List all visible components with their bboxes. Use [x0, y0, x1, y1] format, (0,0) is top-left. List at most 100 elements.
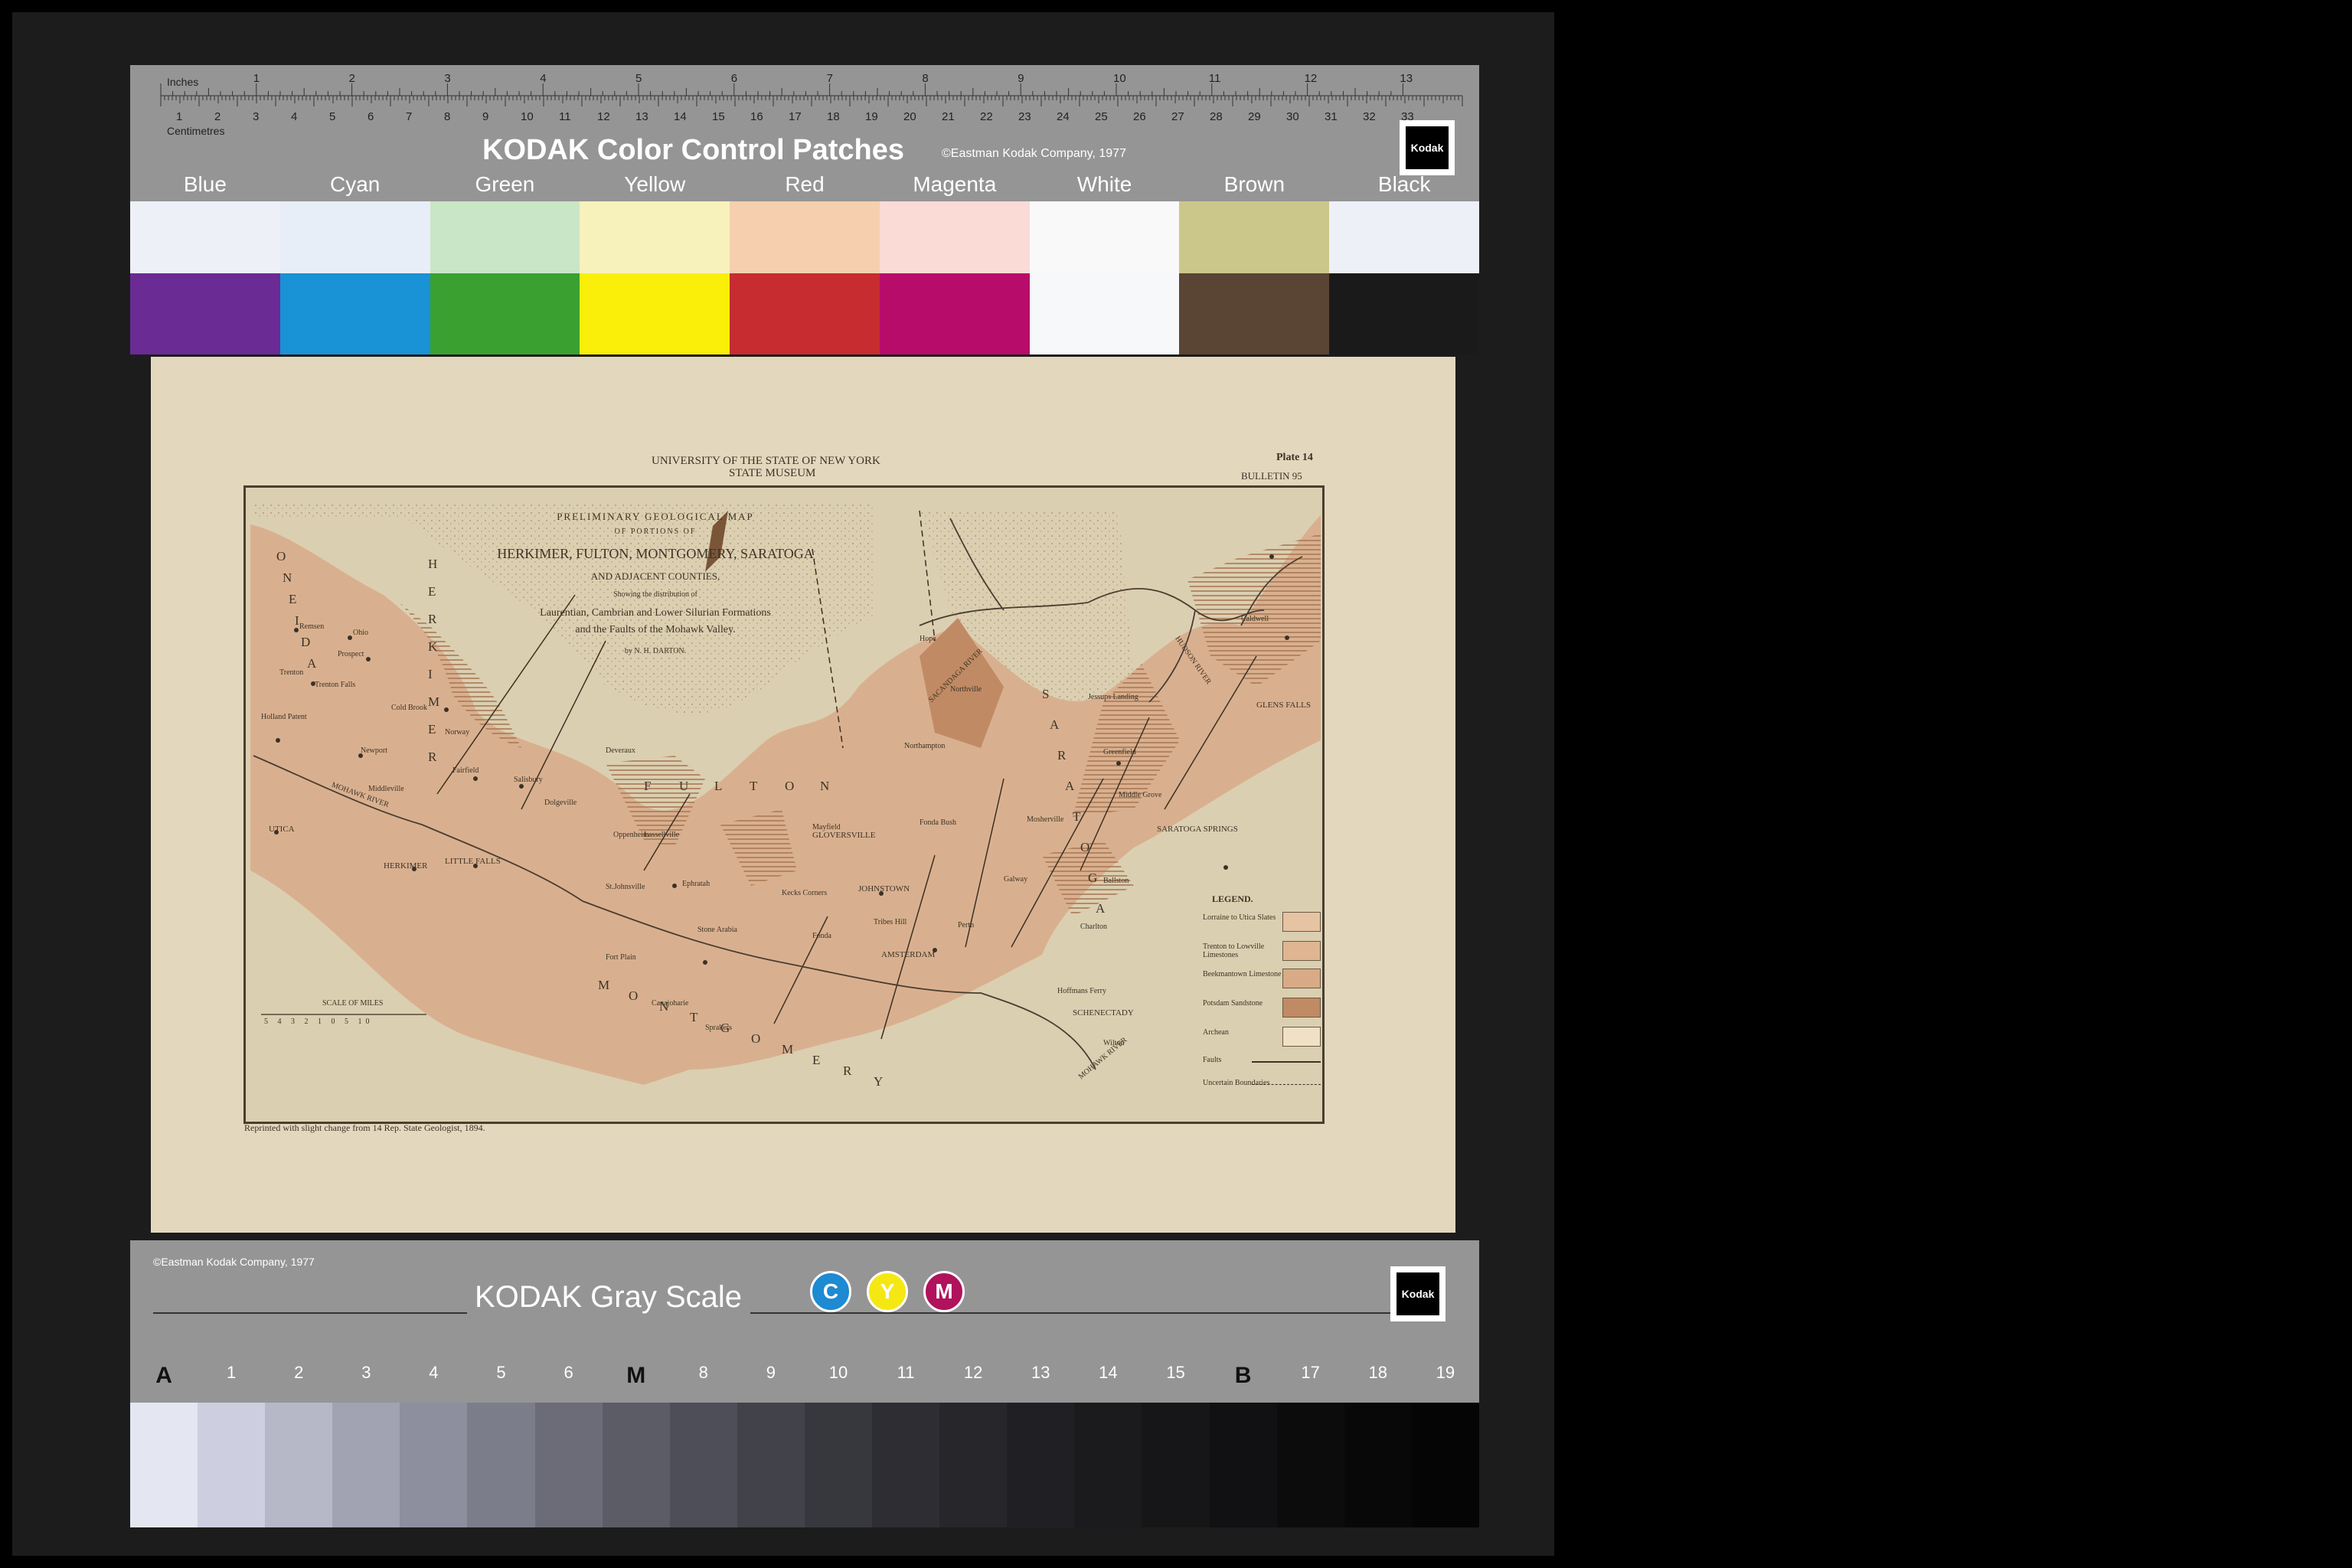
gray-step-label: 18	[1368, 1363, 1387, 1382]
patch-dark	[130, 273, 280, 354]
county-letter-fulton: N	[820, 779, 830, 793]
place-label: Fort Plain	[606, 953, 636, 962]
gray-step-label: 3	[361, 1363, 371, 1382]
ruler-cm-label: 22	[980, 110, 993, 123]
ruler-inch-label: 13	[1400, 72, 1413, 85]
gray-step-label: 2	[294, 1363, 304, 1382]
place-label: Trenton Falls	[315, 681, 356, 689]
county-letter-saratoga: R	[1057, 748, 1067, 763]
gray-step-label: 9	[766, 1363, 776, 1382]
place-label: Holland Patent	[261, 713, 307, 721]
county-letter-fulton: U	[679, 779, 689, 793]
place-label: Canajoharie	[652, 999, 689, 1008]
gray-step-labels: A 1 2 3 4 5 6 M 8 9 10 11 12 13 14 15 B 17 18 19	[130, 1363, 1479, 1393]
place-label: Newport	[361, 746, 387, 755]
county-letter-montgomery: N	[659, 999, 669, 1014]
gray-step	[534, 1403, 603, 1527]
gray-step-label: 11	[897, 1363, 915, 1382]
kodak-logo-gray: Kodak	[1390, 1266, 1446, 1321]
gray-step	[1142, 1403, 1210, 1527]
county-letter-montgomery: Y	[874, 1074, 884, 1089]
swatch-label: White	[1076, 172, 1132, 196]
gray-step-label: 17	[1301, 1363, 1320, 1382]
place-label: Cold Brook	[391, 704, 427, 712]
ruler-inch-label: 7	[827, 72, 833, 85]
ruler-cm-label: 15	[712, 110, 725, 123]
county-letter-herkimer: H	[428, 557, 438, 571]
place-label: AMSTERDAM	[881, 950, 936, 959]
legend-title: LEGEND.	[1212, 893, 1253, 904]
county-letter-montgomery: G	[720, 1021, 730, 1035]
ruler-cm-label: 16	[750, 110, 763, 123]
county-letter-herkimer: I	[428, 667, 433, 681]
ruler-cm-label: 7	[406, 110, 412, 123]
gray-step	[1007, 1403, 1075, 1527]
county-letter-montgomery: O	[629, 988, 639, 1003]
county-letter-saratoga: G	[1088, 871, 1098, 885]
gray-step	[1209, 1403, 1277, 1527]
place-label: Norway	[445, 728, 470, 737]
place-label: LITTLE FALLS	[445, 857, 501, 866]
legend-swatch	[1282, 1027, 1321, 1047]
place-label: Mayfield	[812, 823, 841, 831]
ruler-inch-label: 8	[922, 72, 928, 85]
place-label: Ballston	[1103, 877, 1129, 885]
county-letter-montgomery: O	[751, 1031, 761, 1046]
gray-step	[1276, 1403, 1344, 1527]
map-drawing	[250, 503, 1321, 1085]
county-letter-fulton: L	[714, 779, 723, 793]
gray-step	[130, 1403, 198, 1527]
ruler-cm-label: 10	[521, 110, 534, 123]
legend-label: Trenton to Lowville Limestones	[1203, 942, 1265, 959]
place-label: Jessups Landing	[1088, 693, 1138, 701]
county-letter-herkimer: R	[428, 612, 437, 626]
ruler-inch-label: 11	[1209, 72, 1221, 85]
swatch-label: Blue	[183, 172, 227, 196]
swatch-label: Red	[785, 172, 825, 196]
sheet-header-line1: UNIVERSITY OF THE STATE OF NEW YORK	[652, 455, 880, 467]
ruler-cm-label: 13	[635, 110, 648, 123]
legend-label: Faults	[1203, 1056, 1222, 1064]
place-label: Galway	[1004, 875, 1028, 884]
ruler-cm-label: 21	[942, 110, 955, 123]
county-letter-saratoga: T	[1073, 809, 1081, 824]
gray-step-label: 1	[227, 1363, 237, 1382]
ruler-inch-label: 4	[540, 72, 546, 85]
ruler-cm-label: 30	[1286, 110, 1299, 123]
town-dot	[672, 884, 677, 888]
color-card-copyright: ©Eastman Kodak Company, 1977	[942, 147, 1126, 160]
place-label: Middleville	[368, 785, 404, 793]
footer-note: Reprinted with slight change from 14 Rep…	[244, 1122, 485, 1133]
map-sheet: UNIVERSITY OF THE STATE OF NEW YORK STAT…	[151, 357, 1455, 1233]
county-letter-herkimer: E	[428, 722, 436, 737]
ruler-inch-label: 1	[253, 72, 260, 85]
patch-light	[1179, 201, 1330, 273]
county-letter-montgomery: T	[690, 1010, 698, 1024]
place-label: Middle Grove	[1119, 791, 1162, 799]
gray-step-label: 15	[1166, 1363, 1185, 1382]
gray-card-rule-left	[153, 1312, 467, 1314]
town-dot	[1223, 865, 1228, 870]
cmy-marker-y: Y	[867, 1271, 908, 1312]
patch-light	[730, 201, 880, 273]
town-dot	[276, 738, 280, 743]
place-label: Tribes Hill	[874, 918, 907, 926]
gray-step-label: 4	[429, 1363, 439, 1382]
ruler-cm-label: 29	[1248, 110, 1261, 123]
place-label: Charlton	[1080, 923, 1107, 931]
place-label: Remsen	[299, 622, 325, 631]
map-title-line: OF PORTIONS OF	[614, 528, 697, 536]
place-label: Lassellville	[644, 831, 680, 839]
gray-step	[669, 1403, 737, 1527]
legend-label: Uncertain Boundaries	[1203, 1079, 1270, 1087]
patch-dark	[1329, 273, 1480, 354]
legend-line	[1252, 1084, 1321, 1085]
place-label: SCHENECTADY	[1073, 1008, 1134, 1018]
place-label: Prospect	[338, 650, 364, 658]
map-title-line: AND ADJACENT COUNTIES,	[590, 570, 720, 582]
place-label: Stone Arabia	[697, 926, 737, 934]
county-letter-oneida: I	[295, 613, 299, 628]
gray-card-title: KODAK Gray Scale	[475, 1280, 743, 1314]
gray-step-label: 13	[1031, 1363, 1050, 1382]
place-label: Mosherville	[1027, 815, 1064, 824]
